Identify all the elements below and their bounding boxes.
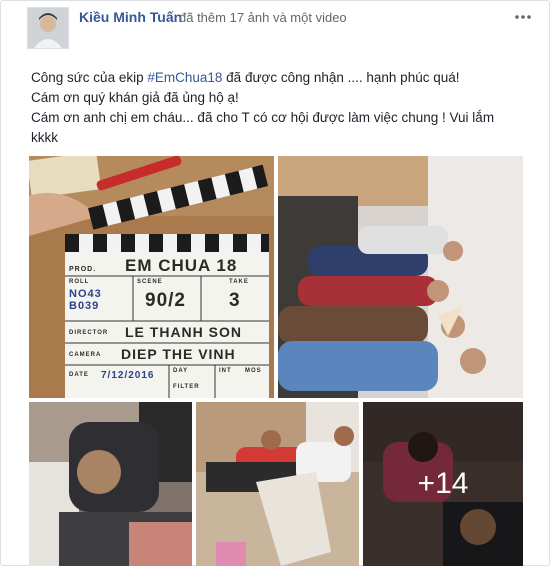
- photo-crew-resting[interactable]: [278, 156, 523, 398]
- post-text-line: Công sức của ekip #EmChua18 đã được công…: [31, 68, 536, 88]
- post-text: Công sức của ekip #EmChua18 đã được công…: [31, 68, 536, 148]
- post-text-line: Cám ơn quý khán giả đã ủng hộ ạ!: [31, 90, 239, 105]
- post-text-line: Cám ơn anh chị em cháu... đã cho T có cơ…: [31, 110, 495, 125]
- post-text-line: kkkk: [31, 130, 58, 145]
- clapperboard-label-filter: FILTER: [173, 384, 200, 390]
- photo-sleeping-1[interactable]: [29, 402, 192, 566]
- clapperboard-label-int: INT: [219, 368, 232, 374]
- clapperboard-date: 7/12/2016: [101, 370, 155, 381]
- clapperboard-label-mos: MOS: [245, 368, 262, 374]
- photo-clapperboard[interactable]: PROD. EM CHUA 18 ROLL NO43 B039 SCENE 90…: [29, 156, 274, 398]
- clapperboard-title: EM CHUA 18: [125, 256, 238, 275]
- clapperboard-label-prod: PROD.: [69, 266, 97, 273]
- photo-more[interactable]: +14: [363, 402, 523, 566]
- clapperboard-label-scene: SCENE: [137, 279, 163, 285]
- clapperboard-label-date: DATE: [69, 372, 89, 378]
- clapperboard-label-roll: ROLL: [69, 279, 90, 285]
- clapperboard-director: LE THANH SON: [125, 324, 242, 340]
- clapperboard-label-day: DAY: [173, 368, 189, 374]
- clapperboard-camera: DIEP THE VINH: [121, 346, 236, 362]
- clapperboard-label-take: TAKE: [229, 279, 249, 285]
- post-text-part: Công sức của ekip: [31, 70, 148, 85]
- more-photos-overlay[interactable]: +14: [363, 402, 523, 566]
- clapperboard-scene: 90/2: [145, 290, 186, 311]
- hashtag-link[interactable]: #EmChua18: [147, 70, 222, 85]
- clapperboard-take: 3: [229, 290, 241, 311]
- avatar[interactable]: [27, 7, 69, 49]
- author-name[interactable]: Kiều Minh Tuấn: [79, 9, 182, 25]
- post-header: Kiều Minh Tuấn đã thêm 17 ảnh và một vid…: [27, 5, 531, 49]
- post-text-part: đã được công nhận .... hạnh phúc quá!: [222, 70, 460, 85]
- post-card: Kiều Minh Tuấn đã thêm 17 ảnh và một vid…: [0, 0, 550, 566]
- ellipsis-icon[interactable]: [513, 7, 533, 27]
- clapperboard-label-camera: CAMERA: [69, 352, 102, 358]
- more-photos-count: +14: [417, 467, 469, 500]
- post-action-text: đã thêm 17 ảnh và một video: [179, 10, 347, 25]
- photo-grid: PROD. EM CHUA 18 ROLL NO43 B039 SCENE 90…: [29, 156, 523, 566]
- photo-sleeping-2[interactable]: [196, 402, 359, 566]
- clapperboard-label-director: DIRECTOR: [69, 330, 109, 336]
- clapperboard-roll: NO43 B039: [69, 288, 102, 312]
